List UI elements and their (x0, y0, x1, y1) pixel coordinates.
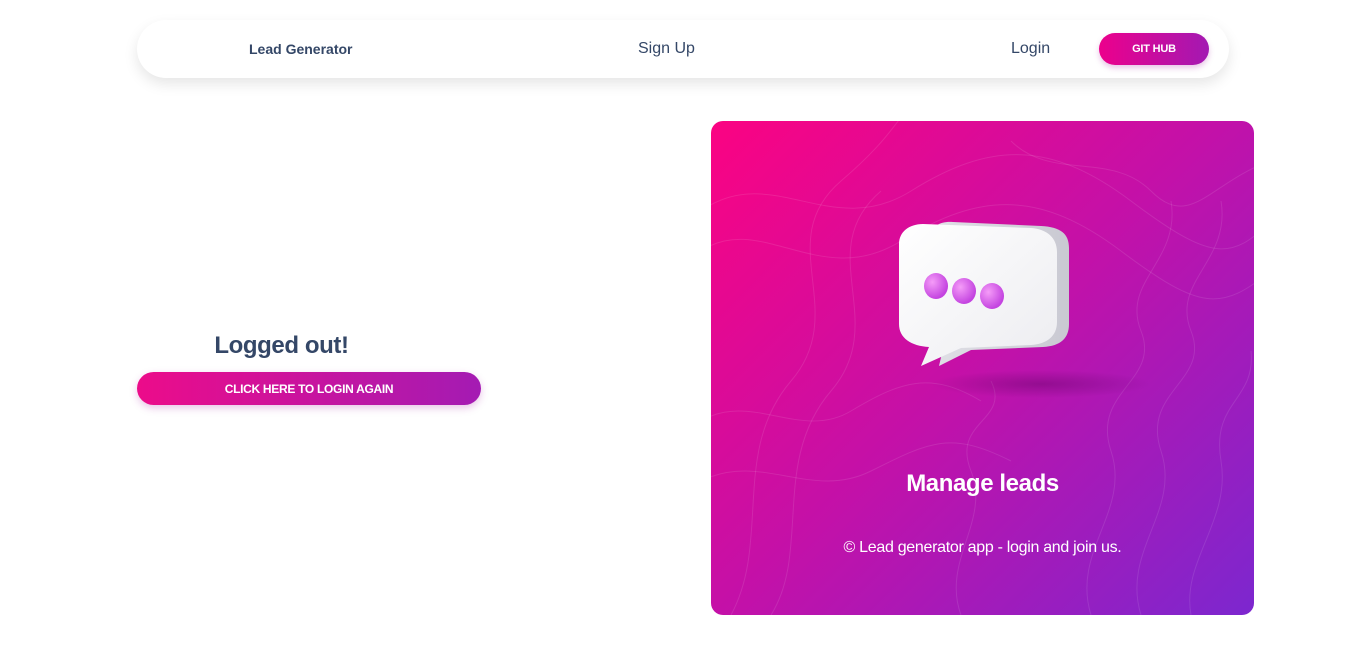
navbar: Lead Generator Sign Up Login GIT HUB (137, 20, 1229, 78)
panel-title: Manage leads (906, 470, 1059, 497)
panel-footer-text: © Lead generator app - login and join us… (843, 539, 1122, 556)
nav-signup-link[interactable]: Sign Up (638, 20, 695, 78)
logged-out-heading: Logged out! (214, 332, 349, 359)
github-button[interactable]: GIT HUB (1099, 33, 1209, 65)
login-again-button[interactable]: CLICK HERE TO LOGIN AGAIN (137, 372, 481, 405)
chat-bubble-icon (899, 221, 1151, 398)
hero-panel: Manage leads © Lead generator app - logi… (711, 121, 1254, 615)
brand-link[interactable]: Lead Generator (249, 20, 352, 78)
nav-login-link[interactable]: Login (1011, 20, 1050, 78)
